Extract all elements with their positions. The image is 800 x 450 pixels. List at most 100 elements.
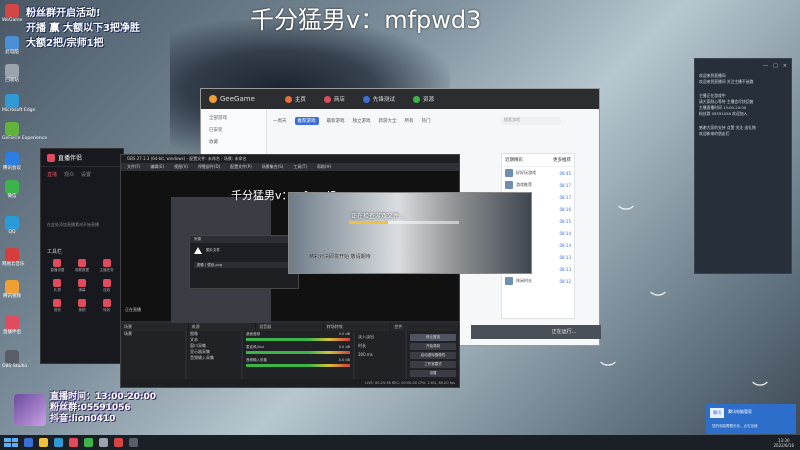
desktop-icon[interactable]: 此电脑: [2, 36, 22, 55]
tool-button[interactable]: 直播设置: [45, 259, 70, 273]
taskbar-app-icon[interactable]: [69, 438, 78, 447]
desktop-icon[interactable]: 网易云音乐: [2, 248, 25, 267]
tool-button[interactable]: 观看数据: [70, 259, 95, 273]
windows-start-icon[interactable]: [4, 438, 18, 447]
tool-button[interactable]: 主播任务: [94, 259, 119, 273]
preview-label: 正在直播: [125, 307, 141, 312]
taskbar-app-icon[interactable]: [84, 438, 93, 447]
volume-meter[interactable]: [246, 351, 350, 354]
list-item-name: 好好玩游戏: [516, 170, 536, 175]
subtab[interactable]: 最新游戏: [327, 118, 345, 124]
transition-field[interactable]: 淡入淡出: [358, 334, 402, 340]
menu-item[interactable]: 视图(V): [174, 164, 188, 170]
assistant-header: 直播伴侣: [41, 149, 123, 167]
menu-item[interactable]: 场景集合(S): [262, 164, 284, 170]
list-item[interactable]: 休闲时光 08:12: [502, 275, 574, 287]
subtab[interactable]: 独立游戏: [353, 118, 371, 124]
tool-button[interactable]: 连线: [94, 279, 119, 293]
sidebar-item-all[interactable]: 全部游戏: [201, 109, 266, 121]
tool-label: 特效: [103, 308, 111, 312]
tool-button[interactable]: 特效: [94, 299, 119, 313]
desktop-icon[interactable]: 腾讯视频: [2, 280, 22, 299]
tab-beta[interactable]: 先锋测试: [362, 95, 395, 103]
taskbar-app-icon[interactable]: [54, 438, 63, 447]
tab-resources[interactable]: 资源: [412, 95, 434, 103]
store-icon: [323, 95, 331, 103]
tab-audience[interactable]: 观众: [64, 171, 74, 178]
volume-meter[interactable]: [246, 338, 350, 341]
control-button[interactable]: 开始录制: [410, 343, 456, 350]
transition-field[interactable]: 时长: [358, 343, 402, 349]
chat-messages: 欢迎来到直播间 欢迎来到直播间 关注主播不迷路 主播正在游戏中 请大家耐心等待 主播会…: [695, 73, 791, 137]
subtab[interactable]: 推荐游戏: [294, 117, 319, 125]
taskbar-app-icon[interactable]: [39, 438, 48, 447]
minimize-icon[interactable]: —: [763, 63, 768, 69]
tool-button[interactable]: 弹幕: [70, 279, 95, 293]
source-dialog-text: 图片文件: [206, 248, 220, 252]
tool-button[interactable]: 音效: [45, 299, 70, 313]
tab-store[interactable]: 商店: [323, 95, 345, 103]
control-button[interactable]: 停止推流: [410, 334, 456, 341]
system-notification[interactable]: 腾讯 腾讯电脑管家 您的电脑需要优化，点击加速: [706, 404, 796, 434]
control-button[interactable]: 设置: [410, 370, 456, 377]
tab-home[interactable]: 主页: [284, 95, 306, 103]
source-dialog-field[interactable]: 图像 | 壁纸.png: [194, 262, 294, 268]
close-icon[interactable]: ×: [783, 63, 787, 69]
taskbar-app-icon[interactable]: [24, 438, 33, 447]
clock[interactable]: 13:30 2022/6/16: [773, 438, 794, 448]
source-item[interactable]: 音频输入采集: [187, 355, 241, 361]
list-item-time: 08:13: [559, 266, 571, 272]
desktop-icon[interactable]: OBS Studio: [2, 350, 27, 369]
recent-list-more[interactable]: 更多推荐: [553, 157, 571, 163]
tool-label: 美颜: [78, 308, 86, 312]
dock-header: 控件: [391, 323, 459, 331]
scene-item[interactable]: 场景: [121, 331, 185, 337]
menu-item[interactable]: 帮助(H): [317, 164, 331, 170]
menu-item[interactable]: 工具(T): [293, 164, 307, 170]
control-button[interactable]: 启动虚拟摄像机: [410, 352, 456, 359]
desktop-icon[interactable]: Microsoft Edge: [2, 94, 36, 113]
tool-button[interactable]: 美颜: [70, 299, 95, 313]
notification-body: 您的电脑需要优化，点击加速: [712, 424, 758, 428]
obs-dock-headers: 场景 来源 混音器 转场特效 控件: [121, 323, 459, 331]
taskbar-app-icon[interactable]: [114, 438, 123, 447]
desktop-icon-label: Microsoft Edge: [2, 108, 36, 113]
promo-overlay: 粉丝群开启活动! 开播 赢 大额以下3把净胜 大额2把/宗师1把: [26, 6, 176, 51]
tab-live[interactable]: 直播: [47, 171, 57, 178]
menu-item[interactable]: 文件(F): [127, 164, 140, 170]
subtab[interactable]: 新游大全: [379, 118, 397, 124]
search-input[interactable]: 搜索游戏: [501, 117, 561, 125]
subtab[interactable]: 所有: [405, 118, 414, 124]
control-button[interactable]: 工作室模式: [410, 361, 456, 368]
desktop-icon[interactable]: 微信: [2, 180, 22, 199]
subtab[interactable]: 一周天: [273, 118, 287, 124]
desktop-icon[interactable]: GeForce Experience: [2, 122, 47, 141]
transition-field[interactable]: 300 ms: [358, 352, 402, 357]
desktop-icon[interactable]: 回收站: [2, 64, 22, 83]
desktop-icon[interactable]: 腾讯会议: [2, 152, 22, 171]
menu-item[interactable]: 停靠部件(D): [198, 164, 220, 170]
desktop-icon[interactable]: 直播伴侣: [2, 316, 22, 335]
geegame-subtabs: 一周天 推荐游戏 最新游戏 独立游戏 新游大全 所有 热门 搜索游戏: [273, 115, 581, 127]
menu-item[interactable]: 配置文件(P): [230, 164, 252, 170]
sidebar-item-installed[interactable]: 已安装: [201, 121, 266, 133]
sidebar-item-favorites[interactable]: 收藏: [201, 133, 266, 145]
maximize-icon[interactable]: □: [773, 63, 778, 69]
mixer-channel-name: 桌面音频: [246, 332, 260, 336]
subtab[interactable]: 热门: [422, 118, 431, 124]
taskbar-app-icon[interactable]: [99, 438, 108, 447]
tool-button[interactable]: 礼物: [45, 279, 70, 293]
desktop-icon-label: 回收站: [5, 78, 19, 83]
tab-settings[interactable]: 设置: [81, 171, 91, 178]
running-button[interactable]: 正在运行...: [541, 327, 587, 337]
tool-icon: [53, 259, 62, 267]
desktop-icon[interactable]: WeGame: [2, 4, 22, 23]
volume-meter[interactable]: [246, 364, 350, 367]
list-item[interactable]: 好好玩游戏 08:45: [502, 167, 574, 179]
taskbar-app-icon[interactable]: [129, 438, 138, 447]
menu-item[interactable]: 编辑(E): [150, 164, 164, 170]
list-item-time: 08:16: [559, 206, 571, 212]
list-item[interactable]: 游戏推荐 08:17: [502, 179, 574, 191]
tool-label: 观看数据: [74, 268, 89, 272]
desktop-icon[interactable]: QQ: [2, 216, 22, 235]
